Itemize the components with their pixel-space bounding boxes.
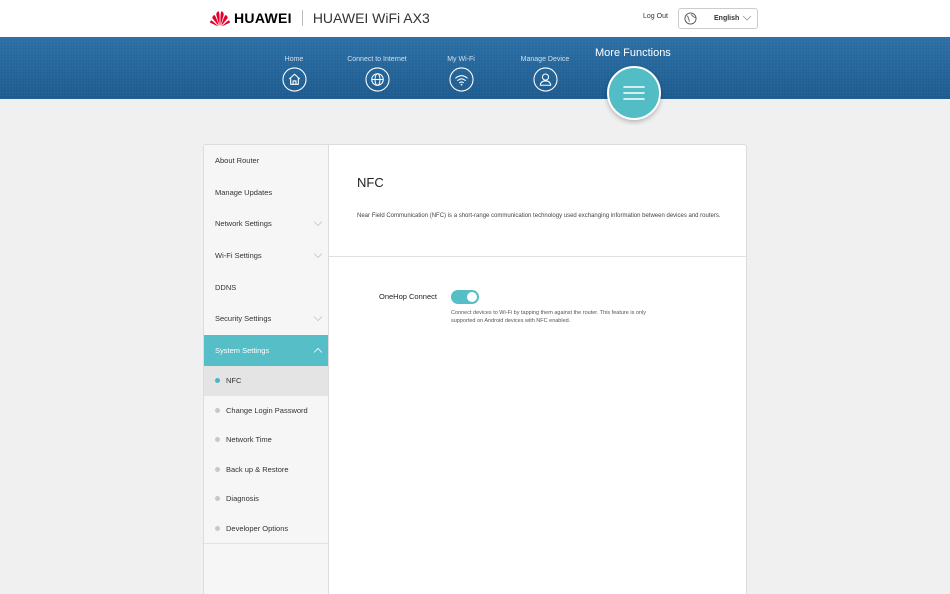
section-divider — [329, 256, 746, 257]
nav-my-wifi-label: My Wi-Fi — [447, 56, 475, 63]
sidebar-item-wifi-settings[interactable]: Wi-Fi Settings — [204, 240, 328, 272]
sidebar-item-label: Network Settings — [215, 219, 272, 229]
sidebar-divider — [204, 543, 328, 545]
sidebar-subitem-label: Back up & Restore — [226, 464, 289, 474]
product-name: HUAWEI WiFi AX3 — [312, 10, 430, 26]
huawei-logo-icon — [210, 11, 230, 27]
main-content: NFC Near Field Communication (NFC) is a … — [329, 145, 746, 594]
globe-icon — [684, 12, 697, 25]
brand-divider — [301, 10, 303, 26]
page-title: NFC — [357, 175, 384, 190]
onehop-connect-toggle[interactable] — [451, 290, 479, 304]
nav-manage-device[interactable]: Manage Device — [515, 56, 575, 92]
brand: HUAWEI HUAWEI WiFi AX3 — [209, 8, 430, 28]
bullet-dot-icon — [215, 378, 220, 384]
logout-link[interactable]: Log Out — [643, 13, 668, 20]
sidebar-subitem-nfc[interactable]: NFC — [204, 366, 328, 396]
more-functions-button[interactable] — [607, 66, 661, 120]
sidebar-item-label: Security Settings — [215, 314, 272, 324]
sidebar: About Router Manage Updates Network Sett… — [204, 145, 329, 594]
chevron-up-icon — [313, 347, 323, 353]
sidebar-subitem-label: Diagnosis — [226, 494, 259, 504]
nav-home-label: Home — [284, 56, 304, 63]
main-nav: Home Connect to Internet My Wi-Fi Manage… — [0, 37, 950, 99]
chevron-down-icon — [313, 252, 323, 258]
sidebar-item-ddns[interactable]: DDNS — [204, 271, 328, 303]
bullet-dot-icon — [215, 437, 220, 443]
brand-name: HUAWEI — [234, 10, 292, 26]
sidebar-subitem-label: NFC — [226, 376, 242, 386]
sidebar-item-about-router[interactable]: About Router — [204, 145, 328, 177]
globe-icon — [364, 67, 390, 92]
language-select[interactable]: English — [678, 8, 758, 29]
sidebar-item-label: Wi-Fi Settings — [215, 251, 262, 261]
bullet-dot-icon — [215, 525, 220, 531]
top-bar: HUAWEI HUAWEI WiFi AX3 Log Out English — [0, 0, 950, 37]
nav-more-functions-label[interactable]: More Functions — [595, 47, 671, 59]
sidebar-item-security-settings[interactable]: Security Settings — [204, 303, 328, 335]
bullet-dot-icon — [215, 407, 220, 413]
toggle-knob — [467, 292, 477, 302]
sidebar-subitem-backup-restore[interactable]: Back up & Restore — [204, 455, 328, 485]
sidebar-item-label: System Settings — [215, 345, 270, 355]
onehop-connect-label: OneHop Connect — [379, 292, 437, 301]
sidebar-subitem-diagnosis[interactable]: Diagnosis — [204, 484, 328, 514]
home-icon — [281, 67, 307, 92]
sidebar-subitem-change-login-password[interactable]: Change Login Password — [204, 396, 328, 426]
chevron-down-icon — [742, 15, 752, 21]
sidebar-subitem-label: Network Time — [226, 435, 272, 445]
sidebar-item-system-settings[interactable]: System Settings — [204, 334, 328, 367]
chevron-down-icon — [313, 221, 323, 227]
bullet-dot-icon — [215, 496, 220, 502]
sidebar-item-network-settings[interactable]: Network Settings — [204, 208, 328, 240]
onehop-connect-help: Connect devices to Wi-Fi by tapping them… — [451, 310, 646, 324]
user-icon — [532, 67, 558, 92]
sidebar-item-label: DDNS — [215, 282, 237, 292]
chevron-down-icon — [313, 316, 323, 322]
sidebar-subitem-network-time[interactable]: Network Time — [204, 425, 328, 455]
sidebar-item-label: Manage Updates — [215, 187, 273, 197]
menu-icon — [623, 86, 645, 100]
content-panel: About Router Manage Updates Network Sett… — [203, 144, 747, 594]
wifi-icon — [448, 67, 474, 92]
nav-connect-label: Connect to Internet — [347, 56, 407, 63]
sidebar-subitem-label: Developer Options — [226, 523, 289, 533]
nav-my-wifi[interactable]: My Wi-Fi — [442, 56, 480, 92]
sidebar-subitem-label: Change Login Password — [226, 405, 308, 415]
bullet-dot-icon — [215, 466, 220, 472]
nav-home[interactable]: Home — [280, 56, 308, 92]
sidebar-item-label: About Router — [215, 156, 260, 166]
sidebar-subitem-developer-options[interactable]: Developer Options — [204, 514, 328, 544]
nav-manage-device-label: Manage Device — [520, 56, 570, 63]
nav-connect-to-internet[interactable]: Connect to Internet — [341, 56, 413, 92]
sidebar-item-manage-updates[interactable]: Manage Updates — [204, 177, 328, 209]
language-value: English — [714, 15, 740, 22]
page-description: Near Field Communication (NFC) is a shor… — [357, 213, 721, 219]
